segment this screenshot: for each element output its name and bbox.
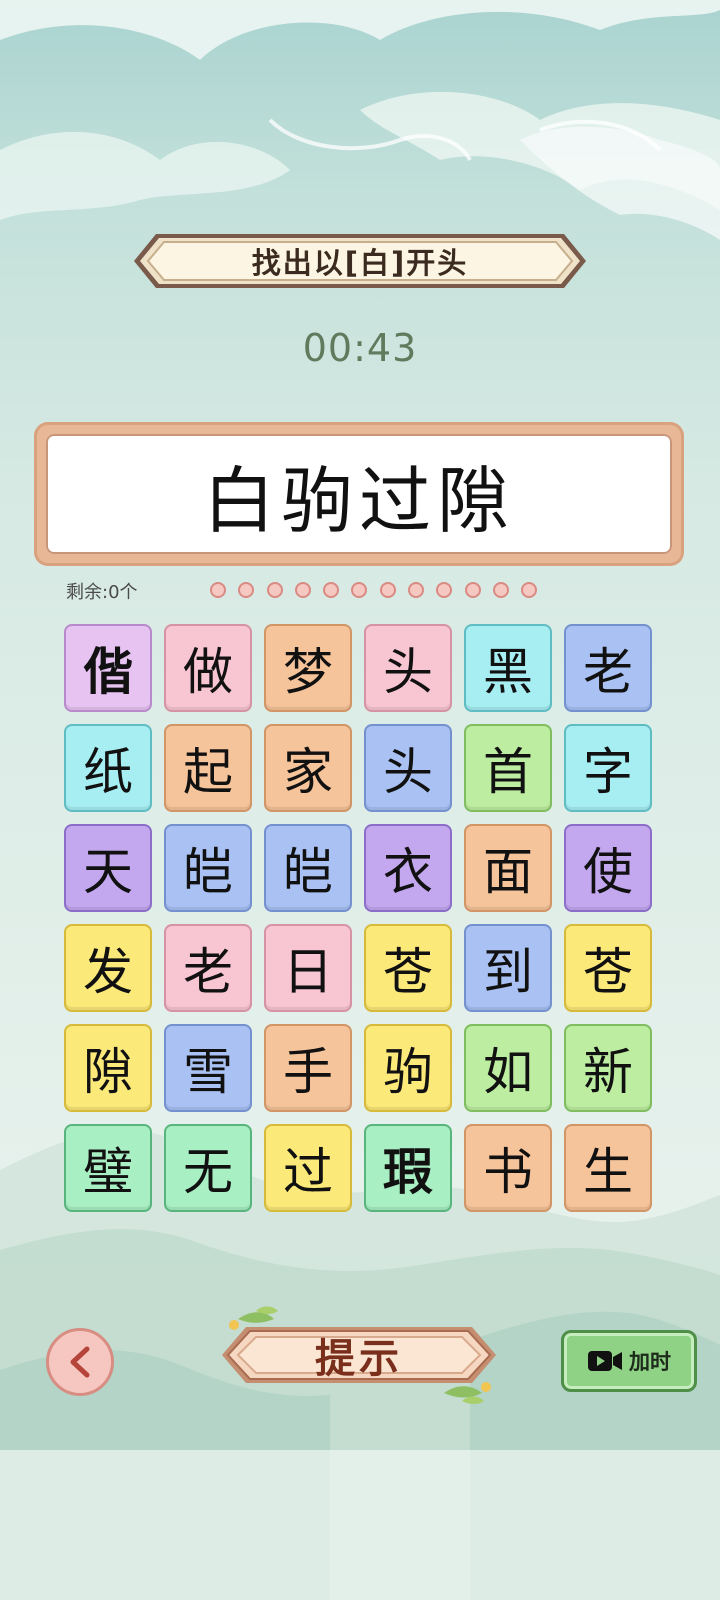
chevron-left-icon (70, 1346, 90, 1378)
countdown-timer: 00:43 (302, 326, 418, 370)
character-tile[interactable]: 发 (64, 924, 152, 1012)
character-tile[interactable]: 梦 (264, 624, 352, 712)
progress-dot (294, 582, 311, 598)
character-tile[interactable]: 生 (564, 1124, 652, 1212)
character-tile[interactable]: 字 (564, 724, 652, 812)
answer-frame: 白驹过隙 (34, 422, 684, 566)
remaining-count: 剩余:0个 (66, 582, 138, 603)
character-tile[interactable]: 手 (264, 1024, 352, 1112)
video-camera-icon (588, 1351, 622, 1371)
character-tile[interactable]: 璧 (64, 1124, 152, 1212)
character-tile[interactable]: 新 (564, 1024, 652, 1112)
character-tile[interactable]: 过 (264, 1124, 352, 1212)
character-tile[interactable]: 日 (264, 924, 352, 1012)
hint-button[interactable]: 提示 (216, 1305, 502, 1405)
progress-dot (436, 582, 453, 598)
progress-dot (492, 582, 509, 598)
title-banner: 找出以[白]开头 (134, 228, 586, 294)
answer-idiom: 白驹过隙 (202, 458, 515, 543)
character-tile[interactable]: 家 (264, 724, 352, 812)
banner-title: 找出以[白]开头 (251, 246, 469, 280)
progress-dot (351, 582, 368, 598)
character-tile[interactable]: 天 (64, 824, 152, 912)
character-tile[interactable]: 使 (564, 824, 652, 912)
character-tile[interactable]: 头 (364, 624, 452, 712)
progress-dot (408, 582, 425, 598)
character-tile[interactable]: 首 (464, 724, 552, 812)
character-tile[interactable]: 做 (164, 624, 252, 712)
character-tile[interactable]: 头 (364, 724, 452, 812)
character-tile[interactable]: 皑 (264, 824, 352, 912)
character-tile[interactable]: 雪 (164, 1024, 252, 1112)
hint-label: 提示 (315, 1335, 403, 1382)
character-tile[interactable]: 苍 (564, 924, 652, 1012)
add-time-label: 加时 (629, 1350, 671, 1374)
add-time-button[interactable]: 加时 (561, 1330, 697, 1392)
character-tile[interactable]: 衣 (364, 824, 452, 912)
character-tile[interactable]: 黑 (464, 624, 552, 712)
progress-dots (210, 582, 538, 598)
progress-dot (464, 582, 481, 598)
progress-dot (266, 582, 283, 598)
character-grid: 偕做梦头黑老纸起家头首字天皑皑衣面使发老日苍到苍隙雪手驹如新璧无过瑕书生 (64, 624, 656, 1212)
character-tile[interactable]: 起 (164, 724, 252, 812)
character-tile[interactable]: 瑕 (364, 1124, 452, 1212)
back-button[interactable] (46, 1328, 114, 1396)
character-tile[interactable]: 面 (464, 824, 552, 912)
character-tile[interactable]: 如 (464, 1024, 552, 1112)
character-tile[interactable]: 苍 (364, 924, 452, 1012)
character-tile[interactable]: 偕 (64, 624, 152, 712)
character-tile[interactable]: 驹 (364, 1024, 452, 1112)
character-tile[interactable]: 到 (464, 924, 552, 1012)
character-tile[interactable]: 皑 (164, 824, 252, 912)
character-tile[interactable]: 老 (564, 624, 652, 712)
answer-box: 白驹过隙 (46, 434, 672, 554)
character-tile[interactable]: 隙 (64, 1024, 152, 1112)
character-tile[interactable]: 无 (164, 1124, 252, 1212)
character-tile[interactable]: 老 (164, 924, 252, 1012)
progress-dot (210, 582, 226, 598)
progress-dot (521, 582, 538, 598)
progress-dot (238, 582, 255, 598)
character-tile[interactable]: 书 (464, 1124, 552, 1212)
character-tile[interactable]: 纸 (64, 724, 152, 812)
progress-dot (323, 582, 340, 598)
progress-dot (379, 582, 396, 598)
